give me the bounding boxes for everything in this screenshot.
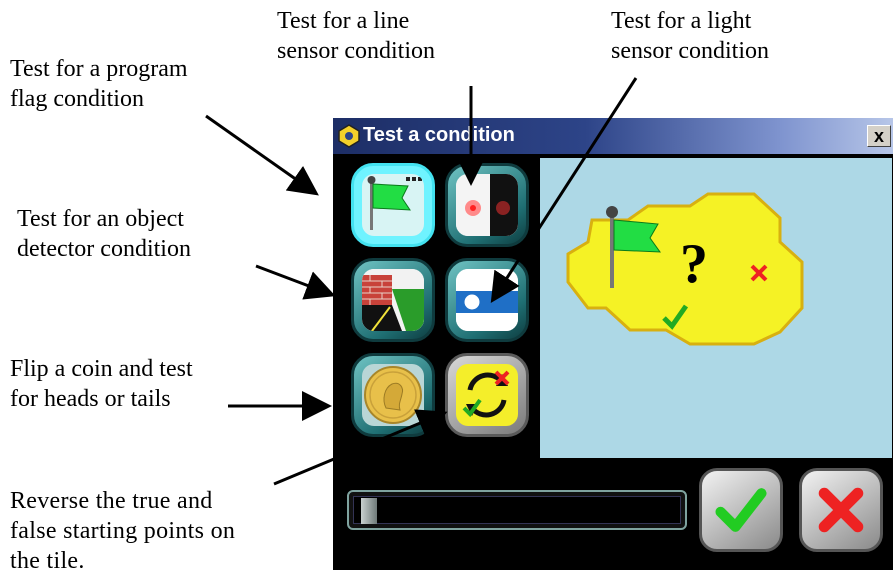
object-detector-icon bbox=[362, 269, 424, 331]
callout-program-flag: Test for a program flag condition bbox=[10, 56, 188, 112]
cancel-button[interactable] bbox=[799, 468, 883, 552]
flag-icon bbox=[362, 174, 424, 236]
question-mark: ? bbox=[680, 233, 708, 295]
close-button[interactable]: x bbox=[867, 125, 891, 147]
coin-flip-button[interactable] bbox=[351, 353, 435, 437]
slider-track[interactable] bbox=[353, 496, 681, 524]
test-condition-window: Test a condition x ? bbox=[333, 118, 893, 570]
light-sensor-icon bbox=[456, 269, 518, 331]
reverse-button[interactable] bbox=[445, 353, 529, 437]
callout-line-sensor: Test for a line sensor condition bbox=[277, 8, 435, 64]
window-title: Test a condition bbox=[363, 124, 515, 146]
line-sensor-button[interactable] bbox=[445, 163, 529, 247]
line-sensor-icon bbox=[456, 174, 518, 236]
arrow-program-flag bbox=[205, 114, 319, 196]
slider-thumb[interactable] bbox=[361, 498, 378, 524]
arrow-object-detector bbox=[255, 264, 336, 300]
title-bar[interactable]: Test a condition x bbox=[333, 118, 893, 154]
condition-tile-preview: ? bbox=[566, 192, 804, 346]
checkmark-icon bbox=[715, 488, 767, 532]
coin-icon bbox=[362, 364, 424, 426]
callout-light-sensor: Test for a light sensor condition bbox=[611, 8, 769, 64]
app-icon bbox=[338, 124, 360, 148]
ok-button[interactable] bbox=[699, 468, 783, 552]
light-sensor-button[interactable] bbox=[445, 258, 529, 342]
callout-object-detector: Test for an object detector condition bbox=[17, 206, 191, 262]
speed-slider[interactable] bbox=[347, 490, 687, 530]
object-detector-button[interactable] bbox=[351, 258, 435, 342]
callout-coin-flip: Flip a coin and test for heads or tails bbox=[10, 356, 193, 412]
reverse-icon bbox=[456, 364, 518, 426]
program-flag-button[interactable] bbox=[351, 163, 435, 247]
cross-icon bbox=[818, 487, 864, 533]
condition-preview: ? bbox=[540, 158, 892, 458]
callout-reverse: Reverse the true and false starting poin… bbox=[10, 488, 236, 574]
